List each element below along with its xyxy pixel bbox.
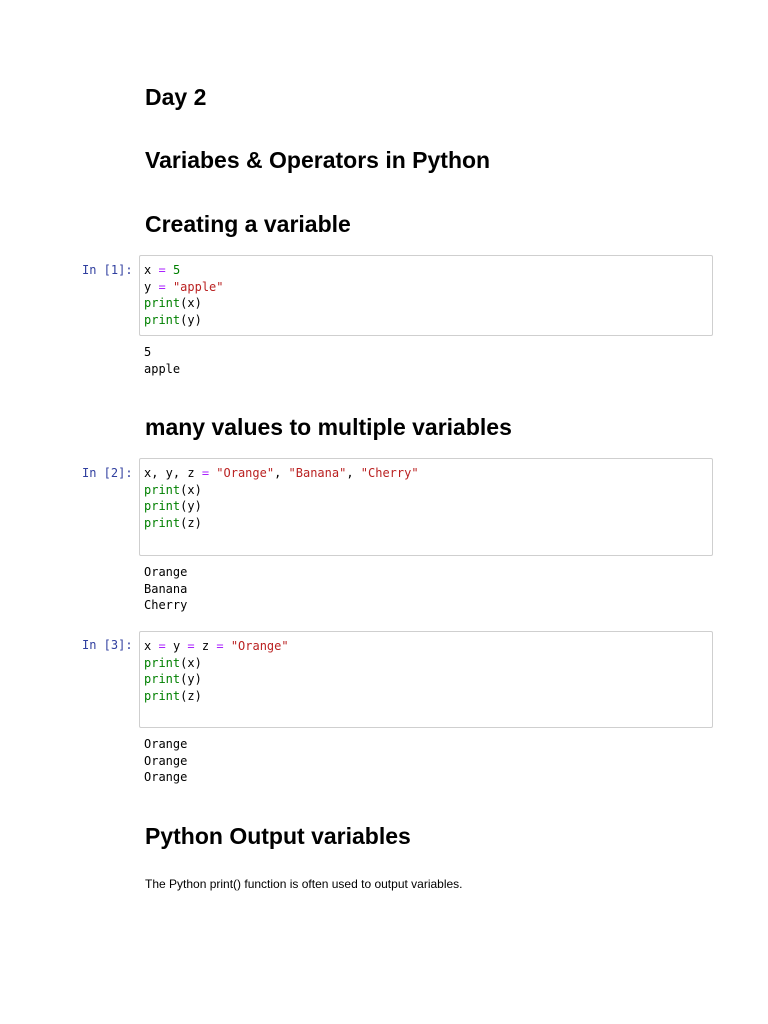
code-token-punc: (y): [180, 499, 202, 513]
heading-title: Variabes & Operators in Python: [145, 147, 491, 173]
code-token-punc: (x): [180, 296, 202, 310]
code-line: print(z): [144, 515, 419, 532]
code-token-punc: [166, 280, 173, 294]
code-token-builtin: print: [144, 688, 181, 703]
code-input[interactable]: x = y = z = "Orange" print(x) print(y) prin…: [144, 638, 289, 704]
code-token-builtin: print: [144, 515, 181, 530]
output-line: Orange: [144, 753, 188, 768]
heading-output-variables: Python Output variables: [145, 823, 411, 849]
heading-creating-variable: Creating a variable: [145, 211, 351, 237]
output-line: Orange: [144, 770, 188, 784]
code-line: print(x): [144, 482, 419, 499]
output-line: Cherry: [144, 598, 188, 612]
code-token-punc: ,: [346, 466, 361, 480]
code-cell[interactable]: x, y, z = "Orange", "Banana", "Cherry" pr…: [139, 458, 713, 556]
code-line: print(x): [144, 655, 289, 672]
code-line: print(y): [144, 312, 224, 329]
paragraph-text: The Python print() function is often use…: [145, 877, 463, 891]
code-token-op: =: [216, 639, 224, 653]
cell-output: Orange Banana Cherry: [144, 564, 187, 614]
code-token-punc: (z): [180, 688, 202, 703]
code-token-op: =: [201, 466, 210, 480]
output-line: Orange: [144, 737, 188, 751]
code-line: print(y): [144, 671, 289, 688]
code-line: print(z): [144, 688, 289, 705]
code-token-punc: (z): [180, 515, 202, 530]
code-token-punc: (y): [180, 312, 202, 327]
code-token-str: "Orange": [216, 466, 275, 480]
code-token-str: "Cherry": [360, 466, 419, 480]
code-token-builtin: print: [144, 655, 181, 670]
output-line: apple: [144, 361, 181, 376]
cell-prompt: In [3]:: [82, 638, 133, 652]
code-token-punc: (x): [180, 482, 202, 497]
code-token-builtin: print: [144, 672, 181, 686]
cell-output: 5 apple: [144, 344, 180, 377]
code-token-builtin: print: [144, 312, 181, 327]
code-token-builtin: print: [144, 499, 181, 513]
code-token-punc: [166, 639, 173, 653]
code-token-op: =: [158, 279, 166, 294]
code-token-punc: (x): [180, 655, 202, 670]
code-line: x = 5: [144, 262, 224, 279]
code-cell[interactable]: x = 5y = "apple" print(x) print(y): [139, 255, 713, 336]
code-token-op: =: [158, 263, 166, 277]
cell-output: Orange Orange Orange: [144, 736, 187, 786]
cell-prompt: In [2]:: [82, 466, 133, 480]
output-line: Orange: [144, 565, 188, 579]
heading-day: Day 2: [145, 84, 207, 110]
code-token-op: =: [158, 639, 166, 653]
code-token-str: "Orange": [230, 639, 289, 653]
heading-many-values: many values to multiple variables: [145, 414, 512, 440]
code-cell[interactable]: x = y = z = "Orange" print(x) print(y) prin…: [139, 631, 713, 728]
code-token-punc: [224, 639, 231, 653]
code-token-punc: (y): [180, 672, 202, 686]
code-token-punc: [195, 466, 202, 480]
code-token-op: =: [187, 639, 195, 653]
output-line: Banana: [144, 581, 188, 596]
code-line: y = "apple": [144, 279, 224, 296]
cell-prompt: In [1]:: [82, 263, 133, 277]
code-input[interactable]: x, y, z = "Orange", "Banana", "Cherry" pr…: [144, 465, 419, 531]
code-token-str: "apple": [172, 279, 224, 294]
code-line: x = y = z = "Orange": [144, 638, 289, 655]
code-line: print(x): [144, 295, 224, 312]
code-token-builtin: print: [144, 482, 181, 497]
code-token-str: "Banana": [288, 466, 347, 480]
code-input[interactable]: x = 5y = "apple" print(x) print(y): [144, 262, 224, 328]
code-token-builtin: print: [144, 296, 181, 310]
code-token-punc: [195, 639, 202, 653]
code-token-punc: [166, 263, 173, 277]
code-line: print(y): [144, 498, 419, 515]
code-token-num: 5: [172, 263, 181, 277]
code-line: x, y, z = "Orange", "Banana", "Cherry": [144, 465, 419, 482]
code-token-var: x, y, z: [144, 466, 195, 480]
output-line: 5: [144, 345, 152, 359]
code-token-punc: ,: [274, 466, 289, 480]
